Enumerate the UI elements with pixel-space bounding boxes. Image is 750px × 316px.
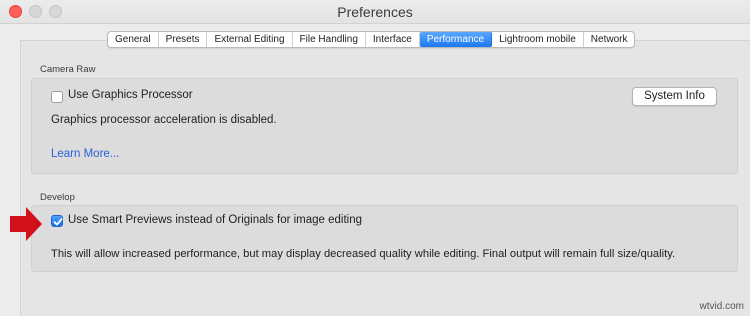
tab-lightroom-mobile[interactable]: Lightroom mobile bbox=[492, 32, 584, 47]
use-graphics-processor-label[interactable]: Use Graphics Processor bbox=[68, 89, 193, 101]
red-arrow-icon bbox=[10, 207, 42, 241]
title-bar: Preferences bbox=[0, 0, 750, 24]
system-info-button[interactable]: System Info bbox=[632, 87, 717, 106]
tab-performance[interactable]: Performance bbox=[419, 32, 493, 47]
tab-presets[interactable]: Presets bbox=[159, 32, 208, 47]
tab-interface[interactable]: Interface bbox=[366, 32, 420, 47]
gpu-status-text: Graphics processor acceleration is disab… bbox=[51, 114, 277, 126]
tab-network[interactable]: Network bbox=[584, 32, 635, 47]
develop-section-title: Develop bbox=[40, 192, 75, 203]
preferences-tabs: General Presets External Editing File Ha… bbox=[107, 31, 636, 48]
smart-previews-description: This will allow increased performance, b… bbox=[51, 248, 676, 260]
tab-file-handling[interactable]: File Handling bbox=[293, 32, 366, 47]
learn-more-link[interactable]: Learn More... bbox=[51, 148, 119, 160]
smart-previews-checkbox[interactable] bbox=[51, 215, 63, 227]
smart-previews-label[interactable]: Use Smart Previews instead of Originals … bbox=[68, 214, 362, 226]
watermark: wtvid.com bbox=[699, 301, 744, 312]
tab-general[interactable]: General bbox=[108, 32, 159, 47]
window-title: Preferences bbox=[337, 4, 413, 20]
use-graphics-processor-checkbox[interactable] bbox=[51, 91, 63, 103]
camera-raw-section-title: Camera Raw bbox=[40, 64, 96, 75]
tab-external-editing[interactable]: External Editing bbox=[207, 32, 293, 47]
checkmark-icon bbox=[53, 218, 63, 226]
